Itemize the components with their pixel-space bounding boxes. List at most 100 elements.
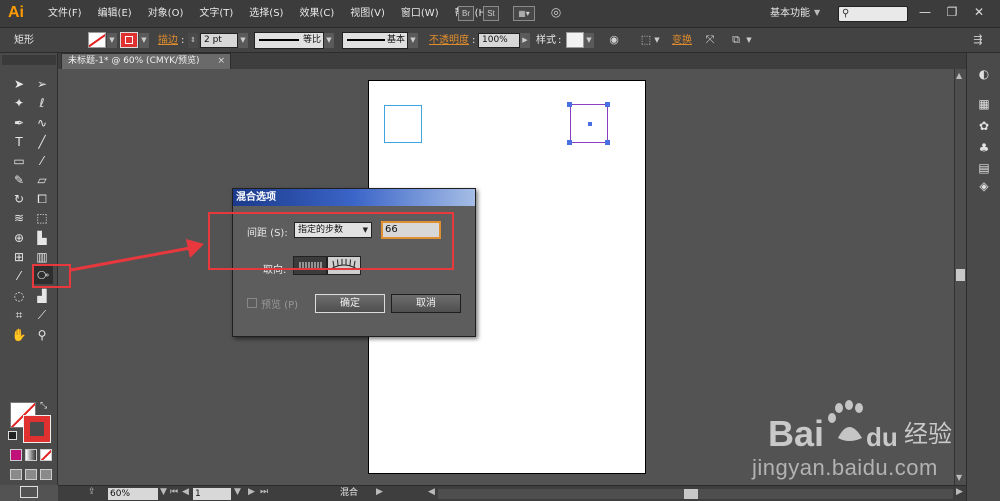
artboard-tool-icon[interactable]: ⌗: [9, 306, 29, 324]
stroke-weight-field[interactable]: 2 pt: [200, 33, 238, 48]
stroke-weight-stepper[interactable]: ⇕: [188, 33, 198, 48]
stroke-weight-dropdown-icon[interactable]: ▼: [238, 33, 248, 48]
menu-item-6[interactable]: 视图(V): [342, 0, 393, 28]
graphic-style-swatch[interactable]: [566, 32, 584, 48]
start-square[interactable]: [384, 105, 422, 143]
arrange-icon[interactable]: ⧉: [728, 32, 744, 48]
last-artboard-icon[interactable]: ⏭: [260, 487, 268, 497]
horizontal-scrollbar[interactable]: [438, 489, 953, 499]
direct-selection-tool-icon[interactable]: ➢: [32, 75, 52, 93]
document-tab[interactable]: 未标题-1* @ 60% (CMYK/预览) ×: [61, 53, 231, 69]
eraser-tool-icon[interactable]: ▱: [32, 171, 52, 189]
menu-item-5[interactable]: 效果(C): [291, 0, 342, 28]
artboard-dropdown-icon[interactable]: ▼: [234, 487, 241, 497]
stock-icon[interactable]: St: [483, 6, 499, 21]
menu-item-3[interactable]: 文字(T): [191, 0, 241, 28]
rotate-tool-icon[interactable]: ↻: [9, 190, 29, 208]
selection-handle[interactable]: [567, 102, 572, 107]
draw-normal-icon[interactable]: [10, 469, 22, 480]
zoom-field[interactable]: 60%: [108, 488, 158, 500]
lasso-tool-icon[interactable]: ℓ: [32, 94, 52, 112]
slice-tool-icon[interactable]: ⟋: [32, 306, 52, 324]
artboards-panel-icon[interactable]: ▤: [975, 159, 993, 177]
cancel-button[interactable]: 取消: [391, 294, 461, 313]
toolbar-grip[interactable]: [2, 55, 56, 65]
arrange-dropdown-icon[interactable]: ▼: [744, 33, 754, 48]
recolor-artwork-icon[interactable]: ◉: [606, 32, 622, 48]
selection-tool-icon[interactable]: ➤: [9, 75, 29, 93]
artboard-number-field[interactable]: 1: [193, 488, 231, 500]
opacity-field[interactable]: 100%: [478, 33, 520, 48]
draw-inside-icon[interactable]: [40, 469, 52, 480]
magic-wand-tool-icon[interactable]: ✦: [9, 94, 29, 112]
selection-handle[interactable]: [567, 140, 572, 145]
style-dropdown-icon[interactable]: ▼: [584, 33, 594, 48]
preview-checkbox[interactable]: [247, 298, 257, 308]
paintbrush-tool-icon[interactable]: ⁄: [32, 152, 52, 170]
bridge-icon[interactable]: Br: [458, 6, 474, 21]
menu-item-4[interactable]: 选择(S): [241, 0, 291, 28]
draw-behind-icon[interactable]: [25, 469, 37, 480]
isolate-icon[interactable]: ⤧: [702, 32, 718, 48]
fill-dropdown-icon[interactable]: ▼: [107, 33, 117, 48]
color-panel-icon[interactable]: ◐: [975, 65, 993, 83]
default-colors-icon[interactable]: [8, 431, 17, 440]
none-mode-button[interactable]: [40, 449, 52, 461]
line-segment-tool-icon[interactable]: ╱: [32, 133, 52, 151]
gradient-mode-button[interactable]: [25, 449, 37, 461]
ok-button[interactable]: 确定: [315, 294, 385, 313]
screen-mode-icon[interactable]: [20, 486, 38, 498]
next-artboard-icon[interactable]: ▶: [248, 487, 255, 497]
brushes-panel-icon[interactable]: ✿: [975, 117, 993, 135]
rectangle-tool-icon[interactable]: ▭: [9, 152, 29, 170]
arrange-documents-icon[interactable]: ▦▾: [513, 6, 535, 21]
perspective-grid-tool-icon[interactable]: ▙: [32, 229, 52, 247]
opacity-panel-link[interactable]: 不透明度: [429, 28, 469, 53]
stroke-panel-link[interactable]: 描边: [158, 28, 178, 53]
hand-tool-icon[interactable]: ✋: [9, 326, 29, 344]
column-graph-tool-icon[interactable]: ▟: [32, 287, 52, 305]
menu-item-2[interactable]: 对象(O): [140, 0, 192, 28]
menu-item-1[interactable]: 编辑(E): [90, 0, 140, 28]
scroll-left-icon[interactable]: ◀: [428, 487, 435, 497]
pencil-tool-icon[interactable]: ✎: [9, 171, 29, 189]
close-icon[interactable]: ×: [217, 54, 225, 69]
minimize-icon[interactable]: —: [914, 2, 936, 22]
stroke-dropdown-icon[interactable]: ▼: [139, 33, 149, 48]
menu-item-0[interactable]: 文件(F): [40, 0, 90, 28]
eyedropper-tool-icon[interactable]: ⁄: [9, 267, 29, 285]
swap-fill-stroke-icon[interactable]: ⤡: [40, 401, 47, 411]
swatches-panel-icon[interactable]: ▦: [975, 95, 993, 113]
curvature-tool-icon[interactable]: ∿: [32, 114, 52, 132]
first-artboard-icon[interactable]: ⏮: [170, 487, 178, 497]
type-tool-icon[interactable]: T: [9, 133, 29, 151]
scroll-up-icon[interactable]: ▲: [956, 71, 962, 80]
share-icon[interactable]: ⇪: [88, 487, 96, 497]
warp-tool-icon[interactable]: ≋: [9, 209, 29, 227]
scroll-thumb[interactable]: [684, 489, 698, 499]
zoom-dropdown-icon[interactable]: ▼: [160, 487, 167, 497]
stroke-color-swatch[interactable]: [23, 415, 51, 443]
scroll-down-icon[interactable]: ▼: [956, 473, 962, 482]
gpu-performance-icon[interactable]: ◎: [548, 6, 564, 21]
brush-chevron-icon[interactable]: ▼: [408, 33, 418, 48]
shape-builder-tool-icon[interactable]: ⊕: [9, 229, 29, 247]
align-dropdown-icon[interactable]: ▼: [652, 33, 662, 48]
panel-menu-icon[interactable]: ⇶: [970, 32, 986, 48]
selection-handle[interactable]: [605, 102, 610, 107]
selection-handle[interactable]: [605, 140, 610, 145]
scroll-right-icon[interactable]: ▶: [956, 487, 963, 497]
transform-panel-link[interactable]: 变换: [672, 28, 692, 53]
mesh-tool-icon[interactable]: ⊞: [9, 248, 29, 266]
stroke-color-swatch[interactable]: [120, 32, 138, 48]
search-input[interactable]: ⚲: [838, 6, 908, 22]
opacity-arrow-icon[interactable]: ▶: [520, 33, 530, 48]
previous-artboard-icon[interactable]: ◀: [182, 487, 189, 497]
symbol-sprayer-tool-icon[interactable]: ◌: [9, 287, 29, 305]
scale-tool-icon[interactable]: ⧠: [32, 190, 52, 208]
dialog-titlebar[interactable]: 混合选项: [233, 189, 475, 206]
layers-panel-icon[interactable]: ◈: [975, 177, 993, 195]
zoom-tool-icon[interactable]: ⚲: [32, 326, 52, 344]
brush-definition-dropdown[interactable]: 基本: [342, 32, 408, 49]
close-icon[interactable]: ✕: [968, 2, 990, 22]
